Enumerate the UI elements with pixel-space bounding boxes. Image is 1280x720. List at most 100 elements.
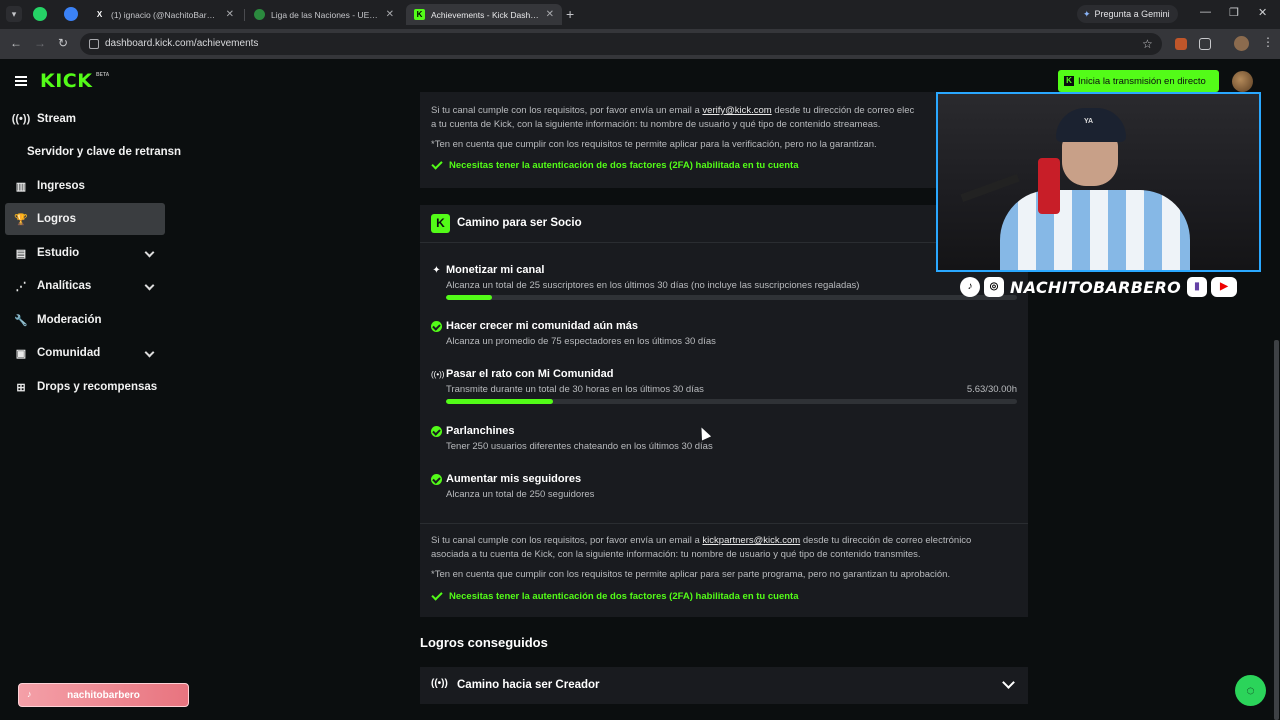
sidebar-item-label: Drops y recompensas bbox=[37, 381, 158, 393]
broadcast-icon: ((•)) bbox=[431, 370, 445, 379]
check-circle-icon bbox=[431, 426, 442, 437]
verify-email-link[interactable]: verify@kick.com bbox=[702, 105, 771, 116]
task-name: Monetizar mi canal bbox=[446, 264, 545, 276]
social-handle: NACHITOBARBERO bbox=[1010, 277, 1182, 297]
extension-icon[interactable] bbox=[1175, 38, 1187, 50]
go-live-button[interactable]: K Inicia la transmisión en directo bbox=[1058, 70, 1219, 92]
sidebar-item-logros[interactable]: 🏆 Logros bbox=[5, 203, 165, 235]
close-icon[interactable]: ✕ bbox=[226, 9, 234, 20]
site-info-icon[interactable] bbox=[89, 39, 99, 49]
pinned-tab[interactable] bbox=[64, 7, 78, 21]
close-icon[interactable]: ✕ bbox=[386, 9, 394, 20]
sidebar-item-stream-key[interactable]: Servidor y clave de retransn bbox=[27, 146, 181, 158]
instagram-icon: ◎ bbox=[984, 277, 1004, 297]
kick-logo[interactable]: KICK bbox=[40, 70, 92, 92]
sidebar-item-moderacion[interactable]: 🔧 Moderación bbox=[5, 304, 165, 336]
task-item: Aumentar mis seguidores Alcanza un total… bbox=[431, 473, 1017, 503]
uefa-icon bbox=[254, 9, 265, 20]
instructions-text: asociada a tu cuenta de Kick, con la sig… bbox=[431, 549, 921, 560]
broadcast-icon: ((•)) bbox=[431, 678, 448, 689]
reload-icon[interactable]: ↻ bbox=[58, 36, 68, 50]
tiktok-icon: ♪ bbox=[27, 689, 32, 699]
tab-kick-dashboard[interactable]: K Achievements - Kick Dashboard ✕ bbox=[406, 4, 562, 25]
kick-icon: K bbox=[431, 214, 450, 233]
minimize-icon[interactable]: — bbox=[1200, 6, 1211, 18]
task-name: Pasar el rato con Mi Comunidad bbox=[446, 368, 614, 380]
gemini-sparkle-icon: ✦ bbox=[1083, 8, 1091, 19]
sidebar-item-stream[interactable]: ((•)) Stream bbox=[5, 103, 165, 135]
twitch-icon: ▮ bbox=[1187, 277, 1208, 297]
instructions-text: Si tu canal cumple con los requisitos, p… bbox=[431, 535, 703, 546]
bookmark-star-icon[interactable]: ☆ bbox=[1142, 37, 1153, 51]
tab-separator bbox=[244, 9, 245, 21]
instructions-text: desde tu dirección de correo electrónico bbox=[800, 535, 972, 546]
chevron-down-icon bbox=[144, 347, 155, 358]
task-desc: Tener 250 usuarios diferentes chateando … bbox=[446, 441, 713, 452]
tab-title: Liga de las Naciones - UEFA - P bbox=[271, 9, 380, 20]
sidebar-item-estudio[interactable]: ▤ Estudio bbox=[5, 237, 165, 269]
forward-icon[interactable]: → bbox=[34, 36, 46, 50]
avatar[interactable] bbox=[1232, 71, 1253, 92]
youtube-icon: ▶ bbox=[1211, 277, 1238, 297]
user-pill: ♪ nachitobarbero bbox=[18, 683, 189, 707]
profile-avatar[interactable] bbox=[1234, 36, 1249, 51]
x-icon: X bbox=[96, 10, 103, 19]
task-name: Aumentar mis seguidores bbox=[446, 473, 582, 485]
sidebar-item-ingresos[interactable]: ▥ Ingresos bbox=[5, 170, 165, 202]
new-tab-icon[interactable]: + bbox=[566, 6, 574, 22]
wrench-icon: 🔧 bbox=[14, 314, 28, 327]
people-icon: ▣ bbox=[15, 347, 27, 360]
tab-twitter[interactable]: X (1) ignacio (@NachitoBarbero_) ✕ bbox=[86, 4, 242, 25]
task-name: Parlanchines bbox=[446, 425, 515, 437]
support-chat-icon[interactable]: ◌ bbox=[1235, 675, 1266, 706]
task-desc: Transmite durante un total de 30 horas e… bbox=[446, 384, 704, 395]
sidebar-item-comunidad[interactable]: ▣ Comunidad bbox=[5, 337, 165, 369]
gemini-button[interactable]: ✦ Pregunta a Gemini bbox=[1077, 5, 1178, 23]
webcam-overlay: YA bbox=[936, 92, 1261, 272]
whatsapp-pinned-tab[interactable] bbox=[33, 7, 47, 21]
scrollbar[interactable] bbox=[1274, 340, 1279, 720]
webcam-person-cap bbox=[1056, 108, 1126, 142]
task-item: Parlanchines Tener 250 usuarios diferent… bbox=[431, 425, 1017, 455]
trophy-icon: 🏆 bbox=[14, 213, 28, 226]
achieved-section-title: Logros conseguidos bbox=[420, 635, 548, 650]
panel-title: Camino para ser Socio bbox=[457, 217, 582, 229]
achievement-accordion[interactable]: ((•)) Camino hacia ser Creador bbox=[420, 667, 1028, 704]
close-icon[interactable]: ✕ bbox=[546, 9, 554, 20]
chevron-down-icon bbox=[144, 247, 155, 258]
browser-menu-icon[interactable]: ⋮ bbox=[1262, 35, 1274, 49]
tab-search-icon[interactable]: ▾ bbox=[6, 6, 22, 22]
sidebar-item-label: Ingresos bbox=[37, 180, 85, 192]
social-handle-banner: ♪ ◎ NACHITOBARBERO ▮ ▶ bbox=[960, 276, 1241, 298]
url-text[interactable]: dashboard.kick.com/achievements bbox=[105, 38, 258, 49]
back-icon[interactable]: ← bbox=[10, 36, 22, 50]
instructions-text: Si tu canal cumple con los requisitos, p… bbox=[431, 105, 703, 116]
address-toolbar: ← → ↻ dashboard.kick.com/achievements ☆ … bbox=[0, 29, 1280, 59]
task-name: Hacer crecer mi comunidad aún más bbox=[446, 320, 638, 332]
creator-note: *Ten en cuenta que cumplir con los requi… bbox=[431, 139, 877, 150]
chevron-down-icon[interactable] bbox=[1002, 676, 1015, 689]
url-bar[interactable]: dashboard.kick.com/achievements bbox=[80, 33, 1162, 55]
partner-instructions: Si tu canal cumple con los requisitos, p… bbox=[431, 534, 971, 562]
analytics-icon: ⋰ bbox=[15, 280, 27, 293]
sidebar-item-label: Estudio bbox=[37, 247, 80, 259]
partners-email-link[interactable]: kickpartners@kick.com bbox=[702, 535, 800, 546]
gift-icon: ⊞ bbox=[16, 381, 26, 394]
sidebar-item-label: Stream bbox=[37, 113, 76, 125]
progress-bar bbox=[446, 295, 1017, 300]
close-window-icon[interactable]: ✕ bbox=[1258, 6, 1267, 19]
restore-icon[interactable]: ❐ bbox=[1229, 6, 1239, 19]
menu-icon[interactable] bbox=[15, 76, 27, 86]
sparkle-icon: ✦ bbox=[432, 265, 441, 276]
sidebar-item-analiticas[interactable]: ⋰ Analíticas bbox=[5, 270, 165, 302]
check-icon bbox=[431, 158, 443, 170]
divider bbox=[420, 523, 1028, 524]
instructions-text: desde tu dirección de correo elec bbox=[771, 105, 915, 116]
extensions-puzzle-icon[interactable] bbox=[1199, 38, 1211, 50]
sidebar-item-drops[interactable]: ⊞ Drops y recompensas bbox=[5, 371, 165, 403]
kick-icon: K bbox=[1064, 76, 1074, 86]
twofa-requirement: Necesitas tener la autenticación de dos … bbox=[431, 589, 799, 602]
progress-fill bbox=[446, 399, 554, 404]
tab-uefa[interactable]: Liga de las Naciones - UEFA - P ✕ bbox=[246, 4, 402, 25]
beta-badge: BETA bbox=[96, 72, 110, 78]
